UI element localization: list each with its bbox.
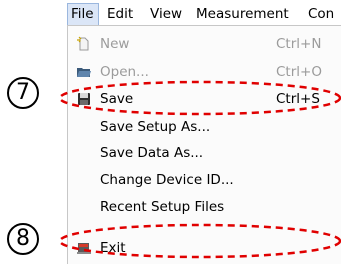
menu-measurement[interactable]: Measurement <box>196 3 289 25</box>
menu-item-shortcut: Ctrl+S <box>276 91 320 107</box>
menu-bar: File Edit View Measurement Con <box>67 3 341 25</box>
menu-item-recent-setup-files[interactable]: Recent Setup Files <box>68 194 341 220</box>
menu-item-exit[interactable]: Exit <box>68 235 341 261</box>
exit-icon <box>77 243 91 254</box>
menu-item-label: Change Device ID... <box>100 172 234 188</box>
callout-8: 8 <box>7 223 39 255</box>
menu-item-label: Exit <box>100 240 126 256</box>
menu-item-open[interactable]: Open... Ctrl+O <box>68 59 341 85</box>
callout-7: 7 <box>7 77 39 109</box>
menu-item-shortcut: Ctrl+O <box>276 64 322 80</box>
menu-item-shortcut: Ctrl+N <box>276 36 322 52</box>
save-icon <box>78 93 90 105</box>
menu-item-label: Save Setup As... <box>100 119 211 135</box>
menu-item-new[interactable]: New Ctrl+N <box>68 31 341 57</box>
menu-item-change-device-id[interactable]: Change Device ID... <box>68 167 341 193</box>
menu-view[interactable]: View <box>150 3 182 25</box>
menu-item-save-data-as[interactable]: Save Data As... <box>68 140 341 166</box>
menu-file[interactable]: File <box>67 3 99 25</box>
menu-item-label: Recent Setup Files <box>100 199 225 215</box>
menu-control[interactable]: Con <box>308 3 334 25</box>
menu-item-label: New <box>100 36 130 52</box>
open-folder-icon <box>77 68 91 77</box>
menu-edit[interactable]: Edit <box>107 3 133 25</box>
menu-item-save[interactable]: Save Ctrl+S <box>68 86 341 112</box>
menu-item-label: Save <box>100 91 134 107</box>
menu-item-label: Save Data As... <box>100 145 204 161</box>
menu-item-label: Open... <box>100 64 149 80</box>
file-menu-dropdown: New Ctrl+N Open... Ctrl+O Save Ctrl+S Sa… <box>67 25 341 264</box>
new-document-icon <box>77 36 89 51</box>
menu-item-save-setup-as[interactable]: Save Setup As... <box>68 114 341 140</box>
